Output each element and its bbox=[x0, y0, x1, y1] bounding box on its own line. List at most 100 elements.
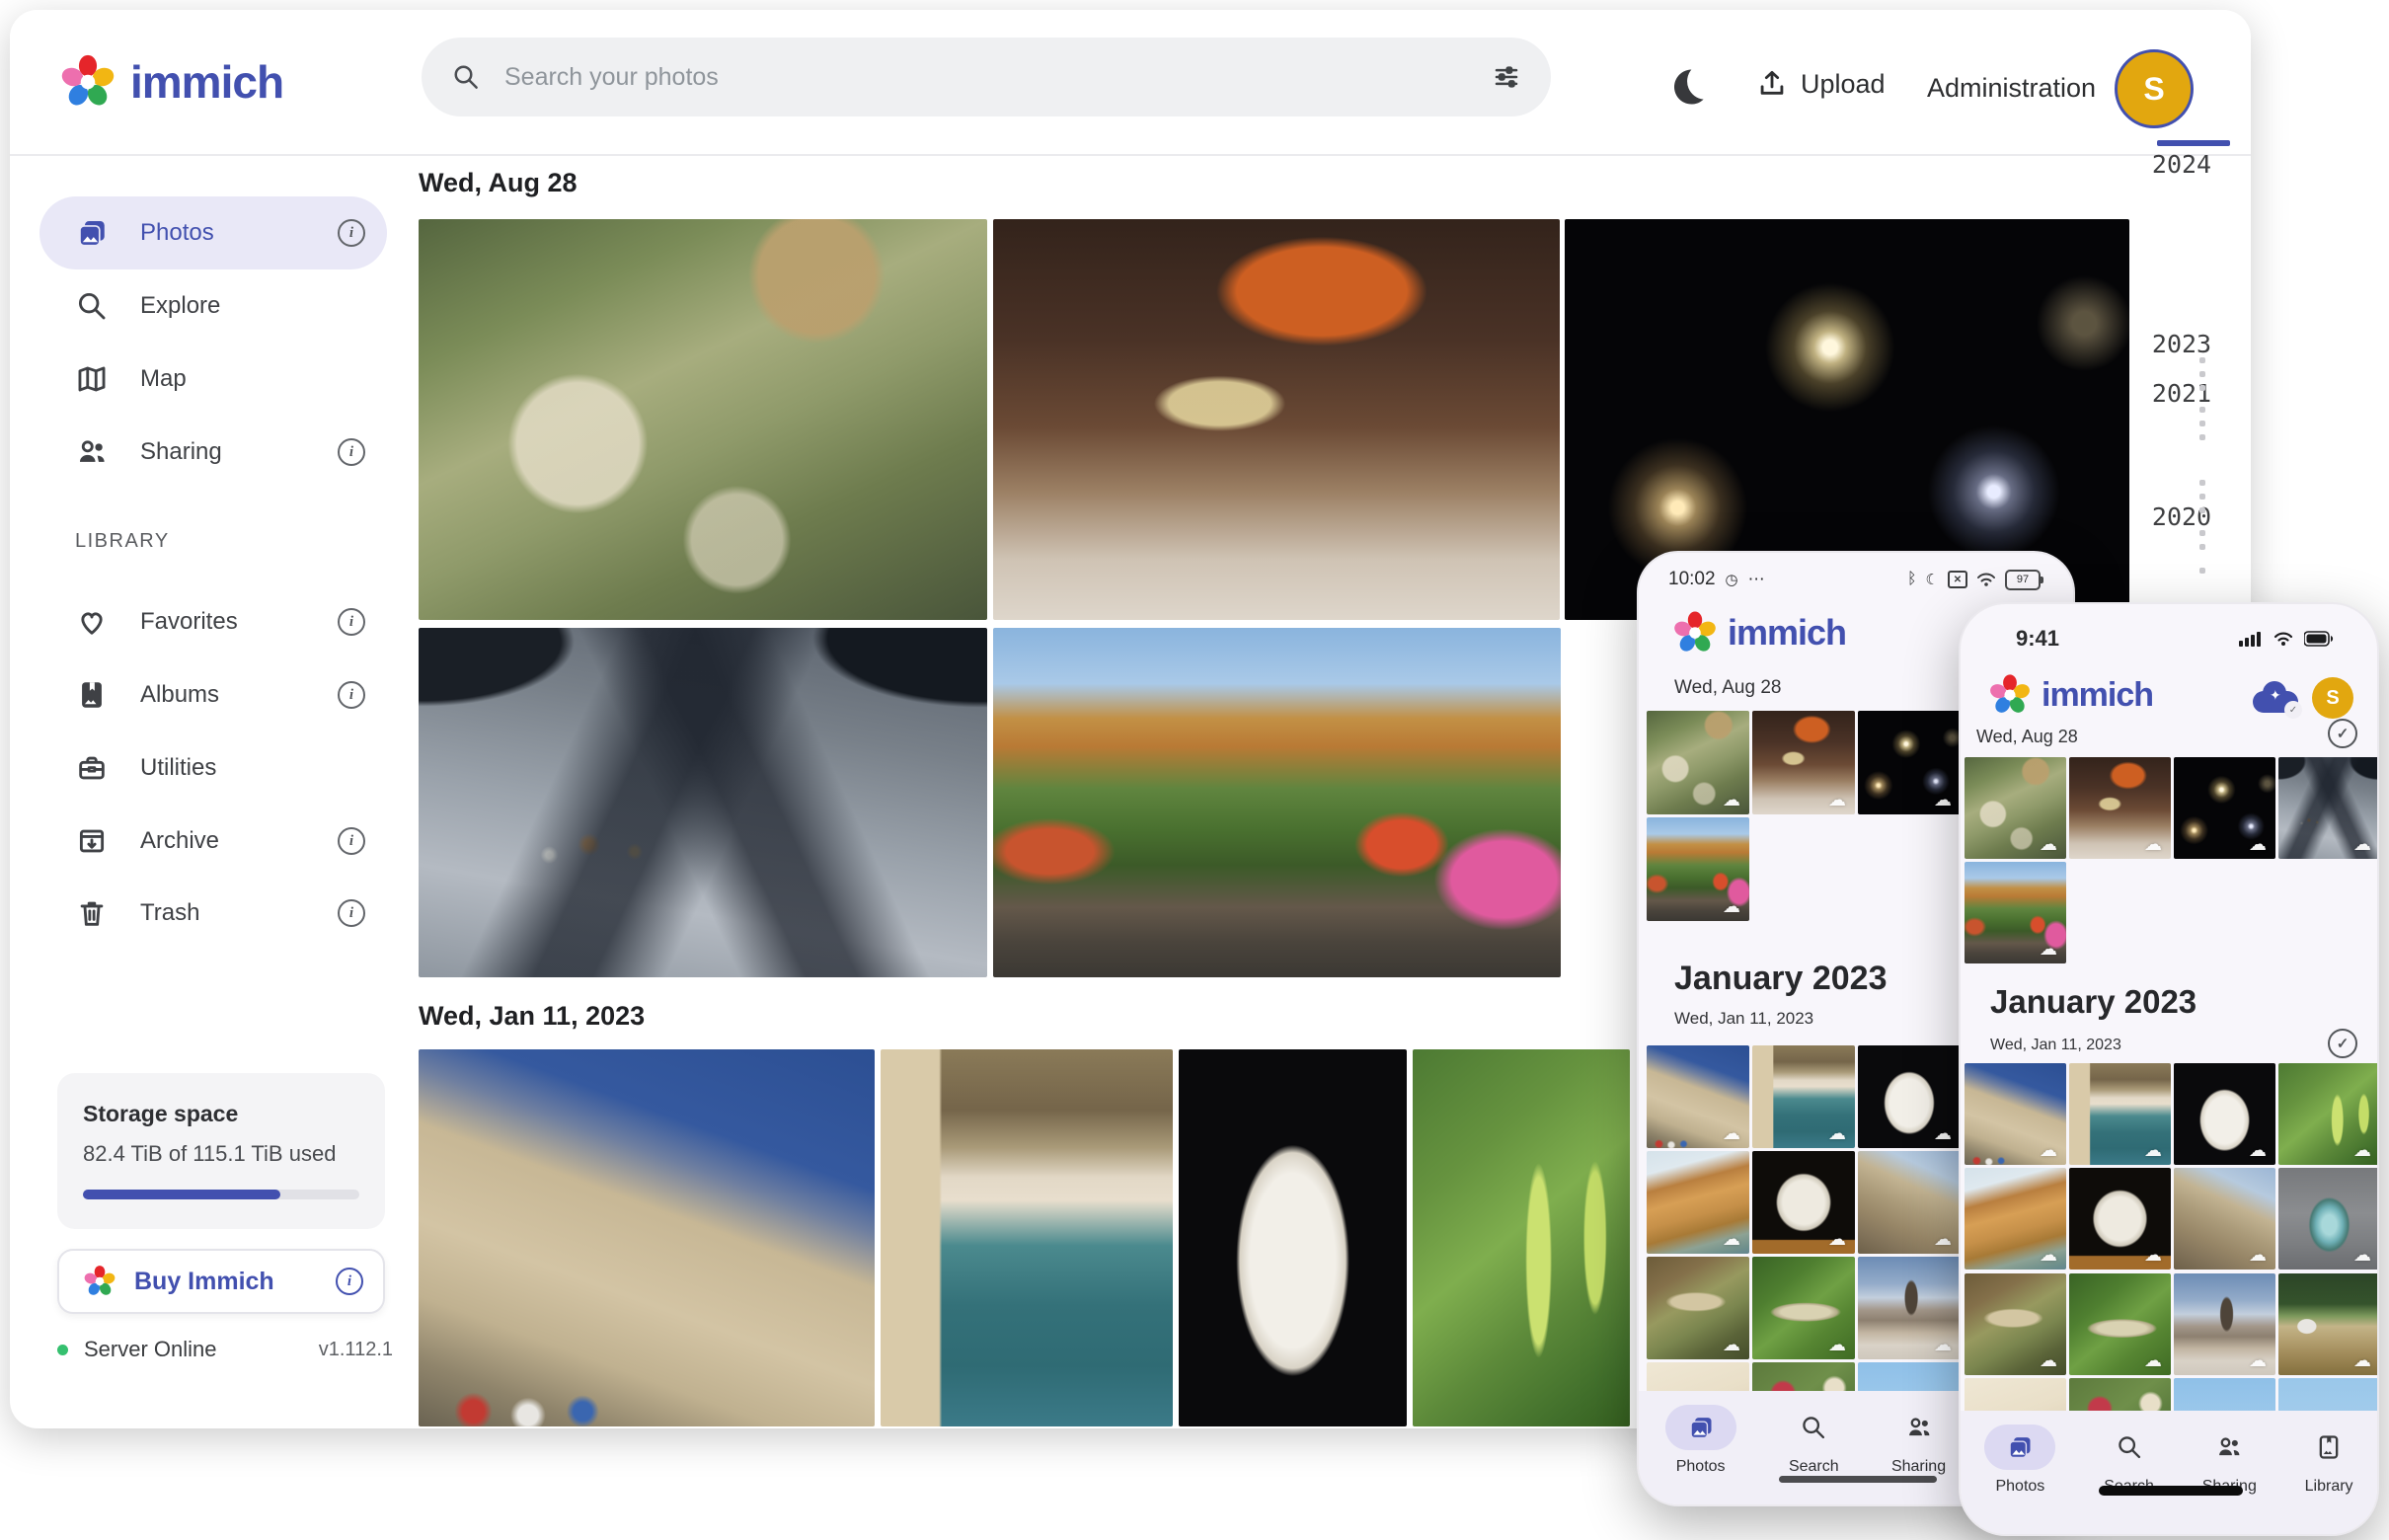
home-indicator[interactable] bbox=[1779, 1476, 1937, 1483]
timeline-year[interactable]: 2020 bbox=[2132, 502, 2231, 531]
select-group-check-icon[interactable] bbox=[2328, 1029, 2357, 1058]
nav-item-search[interactable]: Search bbox=[1789, 1391, 1839, 1476]
photo-castle[interactable] bbox=[419, 1049, 875, 1426]
photo-monkeys[interactable]: ☁ bbox=[1647, 711, 1749, 814]
photo-castle[interactable]: ☁ bbox=[1965, 1063, 2066, 1165]
nav-item-library[interactable]: Library bbox=[2305, 1411, 2353, 1496]
albums-info-icon[interactable] bbox=[338, 681, 365, 709]
cloud-sync-icon: ☁ bbox=[1723, 792, 1740, 809]
photo-lizard[interactable]: ☁ bbox=[1965, 1273, 2066, 1375]
search-filters-icon[interactable] bbox=[1492, 62, 1521, 92]
upload-label: Upload bbox=[1801, 69, 1886, 100]
administration-link[interactable]: Administration bbox=[1927, 73, 2096, 104]
photo-ruins[interactable]: ☁ bbox=[2174, 1168, 2275, 1270]
sidebar-item-utilities[interactable]: Utilities bbox=[39, 732, 387, 805]
trash-info-icon[interactable] bbox=[338, 899, 365, 927]
photo-autumn[interactable]: ☁ bbox=[1965, 862, 2066, 963]
timeline-year-current[interactable]: 2024 bbox=[2132, 150, 2231, 179]
photo-berries[interactable]: ☁ bbox=[2278, 1063, 2379, 1165]
nav-item-photos[interactable]: Photos bbox=[1984, 1411, 2055, 1496]
photo-lizard[interactable]: ☁ bbox=[1647, 1257, 1749, 1359]
photo-sculpture[interactable]: ☁ bbox=[2069, 1168, 2171, 1270]
timeline-year[interactable]: 2021 bbox=[2132, 379, 2231, 408]
cloud-sync-button[interactable]: ✦ ✓ bbox=[2253, 681, 2298, 715]
nav-item-photos[interactable]: Photos bbox=[1665, 1391, 1736, 1476]
cloud-sync-icon: ☁ bbox=[1934, 1337, 1952, 1354]
nav-item-sharing[interactable]: Sharing bbox=[2202, 1411, 2257, 1496]
photo-coastal[interactable] bbox=[881, 1049, 1173, 1426]
screenshot-root: { "brand": { "name": "immich", "accent":… bbox=[0, 0, 2389, 1540]
user-avatar[interactable]: S bbox=[2115, 49, 2194, 128]
photo-autumn[interactable] bbox=[993, 628, 1561, 977]
nav-item-search[interactable]: Search bbox=[2104, 1411, 2154, 1496]
favorites-info-icon[interactable] bbox=[338, 608, 365, 636]
photo-fireworks[interactable]: ☁ bbox=[1858, 711, 1961, 814]
photo-lizard[interactable]: ☁ bbox=[2069, 1273, 2171, 1375]
archive-info-icon[interactable] bbox=[338, 827, 365, 855]
photo-fireworks[interactable]: ☁ bbox=[2174, 757, 2275, 859]
sidebar-item-favorites[interactable]: Favorites bbox=[39, 585, 387, 658]
search-input[interactable] bbox=[502, 62, 1492, 93]
storage-progress-bar bbox=[83, 1190, 359, 1199]
cloud-sync-icon: ☁ bbox=[2040, 1352, 2057, 1370]
photo-village[interactable]: ☁ bbox=[1858, 1257, 1961, 1359]
photo-bust[interactable]: ☁ bbox=[1858, 1045, 1961, 1148]
timeline-tick bbox=[2199, 385, 2205, 391]
alarm-icon: ◷ bbox=[1726, 571, 1738, 588]
photo-farm[interactable]: ☁ bbox=[2278, 1273, 2379, 1375]
photos-info-icon[interactable] bbox=[338, 219, 365, 247]
trash-icon bbox=[75, 896, 109, 930]
app-logo[interactable]: immich bbox=[59, 53, 283, 111]
photo-bust[interactable]: ☁ bbox=[2174, 1063, 2275, 1165]
photo-berries[interactable] bbox=[1413, 1049, 1630, 1426]
photo-lizard[interactable]: ☁ bbox=[1752, 1257, 1855, 1359]
sidebar-item-archive[interactable]: Archive bbox=[39, 805, 387, 878]
theme-toggle-button[interactable] bbox=[1666, 65, 1708, 112]
photo-monkeys[interactable]: ☁ bbox=[1965, 757, 2066, 859]
search-bar[interactable] bbox=[422, 38, 1551, 116]
sidebar-item-photos[interactable]: Photos bbox=[39, 196, 387, 270]
photo-bust[interactable] bbox=[1179, 1049, 1407, 1426]
explore-search-icon bbox=[75, 289, 109, 323]
buy-info-icon[interactable] bbox=[336, 1268, 363, 1295]
photo-dinner[interactable]: ☁ bbox=[2069, 757, 2171, 859]
photo-ornament[interactable]: ☁ bbox=[2278, 1168, 2379, 1270]
sidebar-item-trash[interactable]: Trash bbox=[39, 877, 387, 950]
photo-sculpture[interactable]: ☁ bbox=[1752, 1151, 1855, 1254]
photo-coastal[interactable]: ☁ bbox=[2069, 1063, 2171, 1165]
photo-dinner[interactable] bbox=[993, 219, 1560, 620]
timeline-position-marker[interactable] bbox=[2157, 140, 2230, 146]
photo-dinner[interactable]: ☁ bbox=[1752, 711, 1855, 814]
photo-coastal[interactable]: ☁ bbox=[1752, 1045, 1855, 1148]
photo-ruins[interactable]: ☁ bbox=[1858, 1151, 1961, 1254]
sidebar-item-sharing[interactable]: Sharing bbox=[39, 416, 387, 489]
home-indicator[interactable] bbox=[2099, 1486, 2243, 1496]
buy-immich-button[interactable]: Buy Immich bbox=[57, 1249, 385, 1314]
photo-village[interactable]: ☁ bbox=[2174, 1273, 2275, 1375]
cloud-sync-icon: ☁ bbox=[2249, 1352, 2267, 1370]
sidebar-item-map[interactable]: Map bbox=[39, 343, 387, 416]
photo-castle[interactable]: ☁ bbox=[1647, 1045, 1749, 1148]
no-sim-icon: ✕ bbox=[1948, 571, 1967, 588]
sidebar-item-albums[interactable]: Albums bbox=[39, 658, 387, 732]
select-all-check-icon[interactable] bbox=[2328, 719, 2357, 748]
library-section-label: LIBRARY bbox=[75, 530, 170, 553]
photo-hands[interactable] bbox=[419, 628, 987, 977]
storage-title: Storage space bbox=[83, 1101, 385, 1127]
photo-hands[interactable]: ☁ bbox=[2278, 757, 2379, 859]
user-avatar[interactable]: S bbox=[2312, 677, 2353, 719]
photo-monkeys[interactable] bbox=[419, 219, 987, 620]
sidebar-item-explore[interactable]: Explore bbox=[39, 270, 387, 343]
photo-beach[interactable]: ☁ bbox=[1965, 1168, 2066, 1270]
timeline-tick bbox=[2199, 480, 2205, 486]
moon-icon bbox=[1666, 65, 1708, 107]
upload-button[interactable]: Upload bbox=[1755, 67, 1886, 101]
photo-beach[interactable]: ☁ bbox=[1647, 1151, 1749, 1254]
timeline-tick bbox=[2199, 494, 2205, 500]
sharing-info-icon[interactable] bbox=[338, 438, 365, 466]
photo-autumn[interactable]: ☁ bbox=[1647, 817, 1749, 921]
sidebar-label-archive: Archive bbox=[140, 827, 306, 855]
nav-item-sharing[interactable]: Sharing bbox=[1891, 1391, 1946, 1476]
phone2-bottom-nav: Photos Search Sharing bbox=[1961, 1411, 2377, 1536]
timeline-year[interactable]: 2023 bbox=[2132, 330, 2231, 358]
